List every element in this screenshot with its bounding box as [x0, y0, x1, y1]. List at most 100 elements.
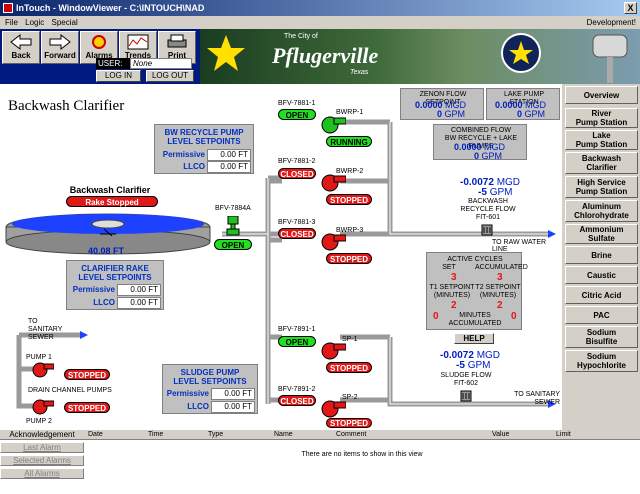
acknowledgement-header: Acknowledgement [0, 430, 84, 440]
forward-arrow-icon [49, 34, 71, 50]
to-raw-water-label: TO RAW WATER LINE [492, 239, 547, 253]
flow-meter-icon [460, 390, 472, 402]
col-type[interactable]: Type [208, 431, 223, 438]
last-alarm-button[interactable]: Last Alarm [0, 442, 84, 453]
login-button[interactable]: LOG IN [96, 70, 141, 82]
nav-button-sodium-bisulfite[interactable]: Sodium Bisulfite [565, 326, 638, 348]
nav-button-backwash-clarifier[interactable]: Backwash Clarifier [565, 152, 638, 174]
valve-label: BFV-7881-1 [278, 100, 316, 107]
pump-icon[interactable] [30, 399, 54, 415]
valve-label: BFV-7884A [215, 205, 251, 212]
pump-icon[interactable] [320, 342, 346, 360]
alarm-bell-icon [92, 35, 106, 49]
bw-permissive-value[interactable]: 0.00 FT [207, 149, 251, 161]
rake-llco-label: LLCO [93, 298, 115, 307]
rake-llco-value[interactable]: 0.00 FT [117, 297, 161, 309]
user-label: USER: [96, 58, 130, 69]
menu-bar: File Logic Special Development! [0, 16, 640, 29]
star-logo-icon [207, 35, 245, 71]
sludge-llco-label: LLCO [187, 402, 209, 411]
pump-icon[interactable] [30, 362, 54, 378]
printer-icon [167, 34, 187, 48]
all-alarms-button[interactable]: All Alarms [0, 468, 84, 479]
pump-status-badge: STOPPED [326, 253, 372, 264]
logout-button[interactable]: LOG OUT [146, 70, 194, 82]
valve-icon[interactable] [226, 216, 240, 236]
combined-gpm-value: 0 GPM [474, 151, 503, 161]
bw-llco-value[interactable]: 0.00 FT [207, 161, 251, 173]
col-value[interactable]: Value [492, 431, 509, 438]
sludge-setpoint-panel: SLUDGE PUMP LEVEL SETPOINTS Permissive 0… [162, 364, 258, 414]
nav-button-overview[interactable]: Overview [565, 86, 638, 104]
pump-label: BWRP-1 [336, 109, 364, 116]
t1-setpoint-label: T1 SETPOINT (MINUTES) [429, 284, 475, 299]
forward-button[interactable]: Forward [41, 31, 79, 64]
app-icon [3, 3, 13, 13]
drain-pump2-label: PUMP 2 [26, 418, 52, 425]
bw-recycle-title: BW RECYCLE PUMP LEVEL SETPOINTS [164, 128, 244, 146]
zenon-gpm-value: 0 GPM [437, 109, 466, 119]
nav-button-ammonium-sulfate[interactable]: Ammonium Sulfate [565, 224, 638, 244]
nav-button-brine[interactable]: Brine [565, 246, 638, 264]
nav-button-high-service-pump-station[interactable]: High Service Pump Station [565, 176, 638, 198]
sludge-permissive-value[interactable]: 0.00 FT [211, 388, 255, 400]
user-login-box: USER: None LOG IN LOG OUT [96, 58, 196, 82]
col-comment[interactable]: Comment [336, 431, 366, 438]
backwash-flow-gpm: -5 GPM [478, 187, 513, 198]
pump-icon[interactable] [320, 233, 346, 251]
valve-label: BFV-7881-3 [278, 219, 316, 226]
col-name[interactable]: Name [274, 431, 293, 438]
pump-icon[interactable] [320, 116, 346, 134]
active-cycles-panel: ACTIVE CYCLES SET ACCUMULATED 3 3 T1 SET… [426, 252, 528, 330]
close-button[interactable]: X [624, 2, 637, 14]
alarm-empty-message: There are no items to show in this view [301, 451, 423, 458]
menu-logic[interactable]: Logic [25, 18, 44, 27]
col-date[interactable]: Date [88, 431, 103, 438]
back-button[interactable]: Back [2, 31, 40, 64]
sludge-setpoint-title: SLUDGE PUMP LEVEL SETPOINTS [173, 368, 247, 386]
valve-status-badge[interactable]: CLOSED [278, 168, 316, 179]
window-title: InTouch - WindowViewer - C:\INTOUCH\NAD [16, 3, 205, 13]
pump-status-badge: STOPPED [326, 194, 372, 205]
selected-alarms-button[interactable]: Selected Alarms [0, 455, 84, 466]
nav-button-lake-pump-station[interactable]: Lake Pump Station [565, 130, 638, 150]
drain-pump1-status: STOPPED [64, 369, 110, 380]
col-limit[interactable]: Limit [556, 431, 571, 438]
sludge-llco-value[interactable]: 0.00 FT [211, 401, 255, 413]
active-cycles-label: ACTIVE CYCLES [447, 256, 503, 263]
nav-button-river-pump-station[interactable]: River Pump Station [565, 108, 638, 128]
valve-status-badge[interactable]: CLOSED [278, 228, 316, 239]
sludge-flow-gpm: -5 GPM [456, 360, 491, 371]
menu-development[interactable]: Development! [587, 16, 636, 29]
menu-file[interactable]: File [5, 18, 18, 27]
valve-status-badge[interactable]: OPEN [278, 336, 316, 347]
backwash-flow-label: BACKWASH RECYCLE FLOW FIT-601 [460, 198, 516, 221]
nav-button-sodium-hypochlorite[interactable]: Sodium Hypochlorite [565, 350, 638, 372]
menu-special[interactable]: Special [51, 18, 77, 27]
rake-status-badge: Rake Stopped [66, 196, 158, 207]
window-titlebar: InTouch - WindowViewer - C:\INTOUCH\NAD … [0, 0, 640, 16]
help-button[interactable]: HELP [454, 333, 494, 344]
bw-recycle-setpoint-panel: BW RECYCLE PUMP LEVEL SETPOINTS Permissi… [154, 124, 254, 174]
col-time[interactable]: Time [148, 431, 163, 438]
nav-button-citric-acid[interactable]: Citric Acid [565, 286, 638, 304]
pump-icon[interactable] [320, 400, 346, 418]
valve-status-badge: OPEN [214, 239, 252, 250]
pump-icon[interactable] [320, 174, 346, 192]
valve-status-badge[interactable]: CLOSED [278, 395, 316, 406]
drain-to-sewer-label: TO SANITARY SEWER [28, 318, 63, 341]
valve-status-badge[interactable]: OPEN [278, 109, 316, 120]
banner-city-of: The City of [284, 33, 318, 40]
pump-status-badge: RUNNING [326, 136, 372, 147]
nav-button-aluminum-chlorohydrate[interactable]: Aluminum Chlorohydrate [565, 200, 638, 222]
rake-setpoint-title: CLARIFIER RAKE LEVEL SETPOINTS [78, 264, 152, 282]
valve-label: BFV-7891-1 [278, 326, 316, 333]
nav-button-pac[interactable]: PAC [565, 306, 638, 324]
banner-city-name: Pflugerville [272, 43, 379, 68]
clarifier-title: Backwash Clarifier [69, 185, 151, 195]
rake-permissive-value[interactable]: 0.00 FT [117, 284, 161, 296]
clarifier-level: 40.08 FT [88, 246, 125, 256]
nav-button-caustic[interactable]: Caustic [565, 266, 638, 284]
rake-setpoint-panel: CLARIFIER RAKE LEVEL SETPOINTS Permissiv… [66, 260, 164, 310]
minutes-accum-right-value: 0 [511, 311, 517, 322]
